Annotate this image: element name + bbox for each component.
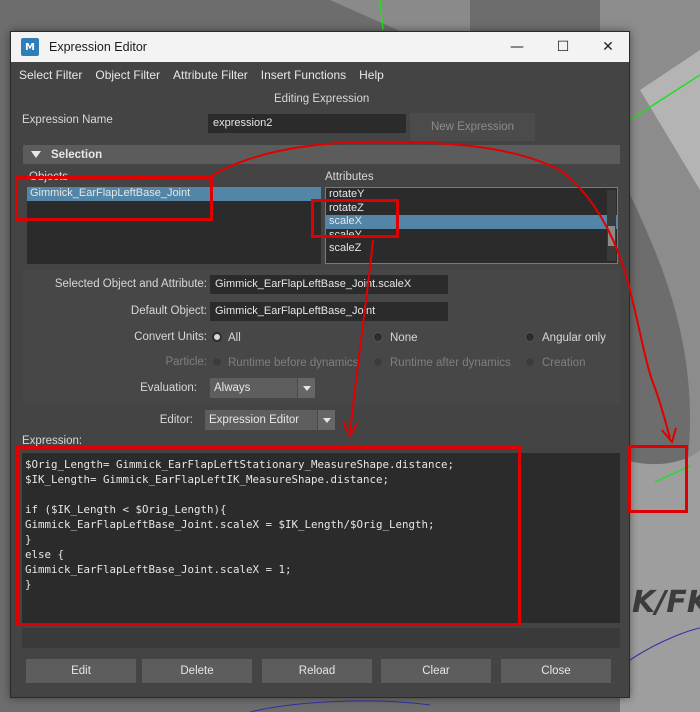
new-expression-button[interactable]: New Expression (410, 113, 535, 141)
selected-object-attribute-field[interactable]: Gimmick_EarFlapLeftBase_Joint.scaleX (210, 275, 448, 294)
editor-value: Expression Editor (209, 414, 300, 426)
convert-units-none-radio[interactable] (373, 332, 383, 342)
evaluation-value: Always (214, 382, 251, 394)
editor-label: Editor: (159, 414, 193, 426)
attributes-label: Attributes (325, 171, 374, 183)
particle-after-label: Runtime after dynamics (390, 357, 511, 369)
convert-units-all-label: All (228, 332, 241, 344)
attribute-list-item[interactable]: rotateZ (326, 202, 617, 216)
selection-section-header[interactable]: Selection (23, 145, 620, 164)
edit-button[interactable]: Edit (26, 659, 136, 683)
menu-object-filter[interactable]: Object Filter (95, 68, 160, 82)
particle-creation-radio[interactable] (525, 357, 535, 367)
evaluation-label: Evaluation: (140, 382, 197, 394)
attributes-scroll-thumb[interactable] (608, 226, 615, 246)
convert-units-all-radio[interactable] (212, 332, 222, 342)
convert-units-angular-label: Angular only (542, 332, 606, 344)
expression-code-editor[interactable]: $Orig_Length= Gimmick_EarFlapLeftStation… (22, 453, 620, 623)
title-bar[interactable]: M Expression Editor — ☐ ✕ (11, 32, 629, 62)
collapse-triangle-icon (31, 151, 41, 158)
close-button[interactable]: Close (501, 659, 611, 683)
attribute-list-item[interactable]: rotateY (326, 188, 617, 202)
menu-insert-functions[interactable]: Insert Functions (261, 68, 346, 82)
default-object-label: Default Object: (130, 305, 207, 317)
viewport-overlay-label: K/FK (632, 585, 700, 620)
menu-attribute-filter[interactable]: Attribute Filter (173, 68, 248, 82)
attribute-list-item[interactable]: scaleZ (326, 242, 617, 256)
editing-expression-label: Editing Expression (274, 93, 370, 105)
menu-help[interactable]: Help (359, 68, 384, 82)
default-object-field[interactable]: Gimmick_EarFlapLeftBase_Joint (210, 302, 448, 321)
maya-app-icon: M (21, 38, 39, 56)
convert-units-label: Convert Units: (134, 331, 207, 343)
attributes-scrollbar[interactable] (607, 190, 616, 261)
menu-bar: Select Filter Object Filter Attribute Fi… (11, 62, 629, 88)
convert-units-angular-radio[interactable] (525, 332, 535, 342)
expression-status-strip (22, 628, 620, 648)
selection-title: Selection (51, 148, 103, 161)
clear-button[interactable]: Clear (381, 659, 491, 683)
chevron-down-icon (317, 410, 335, 430)
menu-select-filter[interactable]: Select Filter (19, 68, 82, 82)
particle-creation-label: Creation (542, 357, 586, 369)
particle-label: Particle: (165, 356, 207, 368)
attribute-list-item[interactable]: scaleY (326, 229, 617, 243)
particle-before-label: Runtime before dynamics (228, 357, 359, 369)
close-window-button[interactable]: ✕ (585, 32, 631, 62)
attribute-list-item-selected[interactable]: scaleX (326, 215, 617, 229)
expression-name-label: Expression Name (22, 114, 113, 126)
editor-dropdown[interactable]: Expression Editor (205, 410, 335, 430)
evaluation-dropdown[interactable]: Always (210, 378, 315, 398)
expression-editor-window: M Expression Editor — ☐ ✕ Select Filter … (10, 31, 630, 698)
convert-units-none-label: None (390, 332, 418, 344)
object-list-item[interactable]: Gimmick_EarFlapLeftBase_Joint (27, 187, 321, 201)
reload-button[interactable]: Reload (262, 659, 372, 683)
objects-list[interactable]: Gimmick_EarFlapLeftBase_Joint (27, 187, 321, 264)
selected-object-attribute-label: Selected Object and Attribute: (54, 278, 207, 290)
window-title: Expression Editor (49, 40, 147, 54)
chevron-down-icon (297, 378, 315, 398)
expression-label: Expression: (22, 435, 83, 447)
minimize-button[interactable]: — (494, 32, 540, 62)
attributes-list[interactable]: rotateY rotateZ scaleX scaleY scaleZ (325, 187, 618, 264)
maximize-button[interactable]: ☐ (540, 32, 586, 62)
expression-name-input[interactable]: expression2 (208, 114, 406, 133)
objects-label: Objects (29, 171, 68, 183)
delete-button[interactable]: Delete (142, 659, 252, 683)
particle-after-radio[interactable] (373, 357, 383, 367)
particle-before-radio[interactable] (212, 357, 222, 367)
